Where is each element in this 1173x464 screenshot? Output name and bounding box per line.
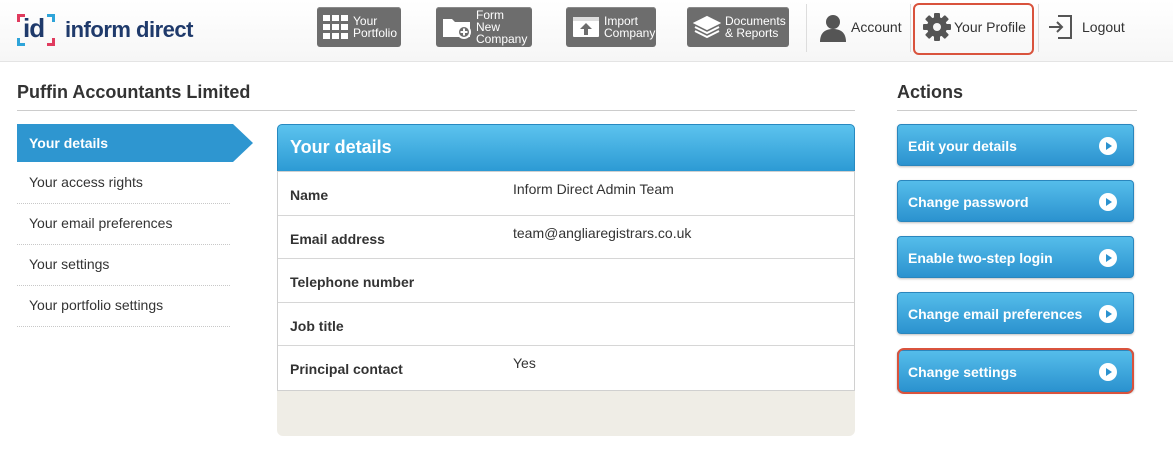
row-label: Name: [290, 187, 329, 203]
header-divider: [806, 4, 807, 52]
action-label: Change email preferences: [908, 306, 1083, 322]
import-company-button[interactable]: Import Company: [566, 7, 656, 47]
company-name: Puffin Accountants Limited: [17, 82, 251, 102]
row-label: Job title: [290, 317, 344, 334]
change-email-preferences-button[interactable]: Change email preferences: [897, 292, 1134, 334]
row-value: Inform Direct Admin Team: [513, 181, 674, 197]
sidebar-item-portfolio-settings[interactable]: Your portfolio settings: [17, 286, 230, 327]
details-panel-title: Your details: [290, 137, 392, 157]
table-row: Job title: [278, 303, 854, 346]
details-table: Name Inform Direct Admin Team Email addr…: [277, 171, 855, 391]
logo-text: inform direct: [65, 17, 193, 42]
account-label: Account: [851, 19, 902, 35]
logout-label: Logout: [1082, 19, 1125, 35]
table-row: Telephone number: [278, 259, 854, 303]
action-label: Change password: [908, 194, 1029, 210]
logout-icon: [1048, 14, 1074, 40]
sidebar-item-email-preferences[interactable]: Your email preferences: [17, 204, 230, 245]
arrow-right-icon: [1099, 249, 1117, 267]
heading-divider: [17, 110, 855, 111]
row-value: Yes: [513, 355, 536, 371]
documents-reports-button[interactable]: Documents & Reports: [687, 7, 789, 47]
import-icon: [572, 14, 600, 40]
header-divider: [1038, 4, 1039, 52]
top-header: id inform direct Your Portfolio Form New…: [0, 0, 1173, 62]
change-password-button[interactable]: Change password: [897, 180, 1134, 222]
table-row: Principal contact Yes: [278, 346, 854, 390]
sidebar-item-your-details[interactable]: Your details: [17, 124, 253, 162]
row-label: Email address: [290, 230, 385, 247]
row-value: team@angliaregistrars.co.uk: [513, 224, 692, 241]
settings-highlight-box: [897, 348, 1134, 394]
profile-highlight-box: [913, 3, 1034, 55]
action-label: Enable two-step login: [908, 250, 1053, 266]
your-portfolio-button[interactable]: Your Portfolio: [317, 7, 401, 47]
user-icon: [818, 12, 848, 42]
actions-divider: [897, 110, 1137, 111]
import-company-label: Import Company: [604, 14, 656, 40]
form-new-company-button[interactable]: Form New Company: [436, 7, 532, 47]
logout-link[interactable]: Logout: [1048, 6, 1125, 48]
account-link[interactable]: Account: [818, 6, 902, 48]
logo-mark: id: [17, 11, 57, 49]
form-new-company-label: Form New Company: [476, 8, 528, 46]
documents-reports-label: Documents & Reports: [725, 14, 786, 40]
sidebar-active-label: Your details: [29, 135, 109, 151]
documents-stack-icon: [693, 14, 721, 40]
your-portfolio-label: Your Portfolio: [353, 14, 398, 40]
folder-add-icon: [442, 14, 472, 40]
arrow-right-icon: [1099, 137, 1117, 155]
sidebar-item-access-rights[interactable]: Your access rights: [17, 163, 230, 204]
arrow-right-icon: [1099, 305, 1117, 323]
grid-icon: [323, 14, 349, 40]
actions-title: Actions: [897, 82, 964, 102]
row-label: Telephone number: [290, 274, 415, 290]
logo-mark-text: id: [23, 13, 45, 43]
action-label: Edit your details: [908, 138, 1017, 154]
inform-direct-logo[interactable]: id inform direct: [17, 11, 193, 49]
edit-your-details-button[interactable]: Edit your details: [897, 124, 1134, 166]
row-label: Principal contact: [290, 361, 403, 377]
sidebar-item-settings[interactable]: Your settings: [17, 245, 230, 286]
enable-two-step-login-button[interactable]: Enable two-step login: [897, 236, 1134, 278]
header-divider: [910, 4, 911, 52]
details-panel-header: Your details: [277, 124, 855, 172]
table-row: Email address team@angliaregistrars.co.u…: [278, 216, 854, 259]
table-row: Name Inform Direct Admin Team: [278, 172, 854, 216]
arrow-right-icon: [1099, 193, 1117, 211]
